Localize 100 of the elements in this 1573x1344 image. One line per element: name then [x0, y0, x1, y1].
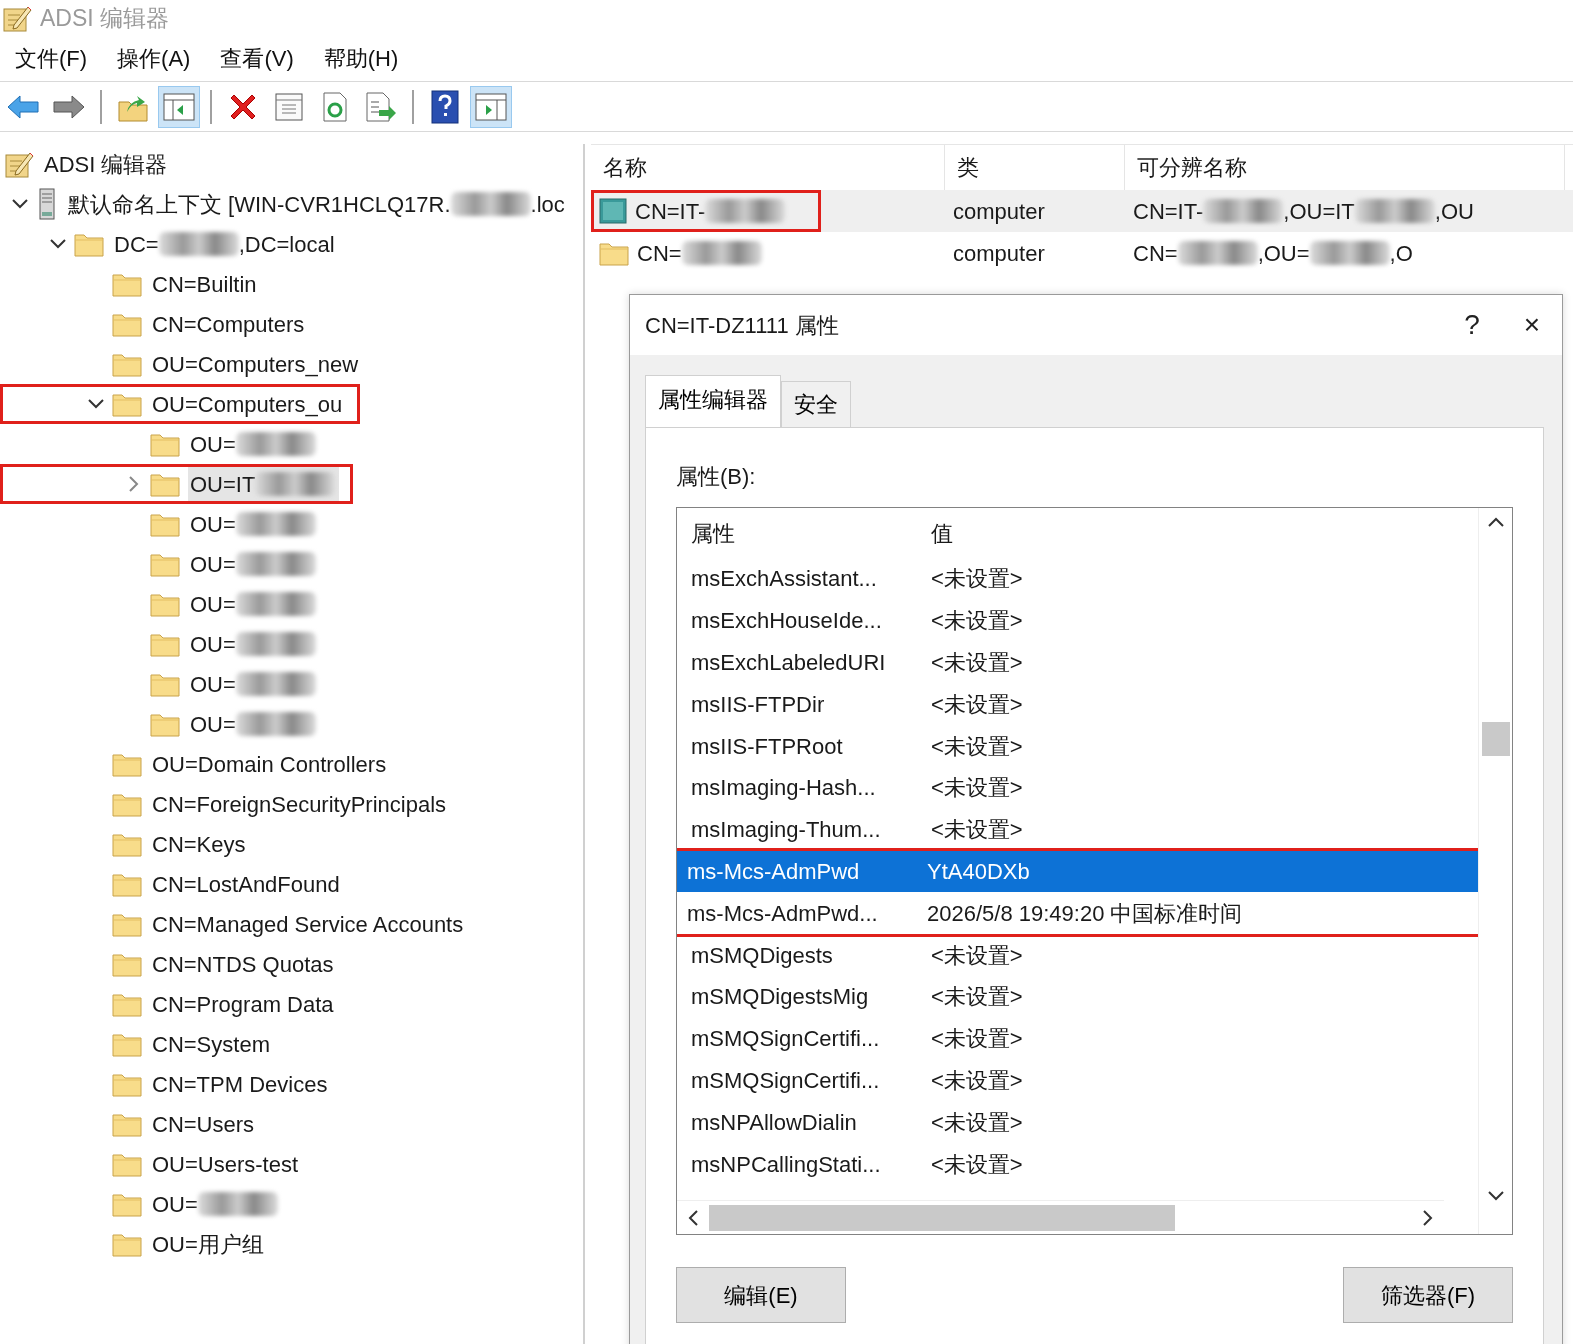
tree-label[interactable]: CN=Users	[152, 1107, 255, 1141]
attribute-value: <未设置>	[930, 607, 1023, 636]
folder-icon	[599, 240, 629, 266]
column-header[interactable]: 类	[957, 151, 979, 184]
attribute-value: <未设置>	[930, 816, 1023, 845]
tree-label[interactable]: CN=Managed Service Accounts	[152, 907, 464, 941]
folder-icon	[150, 431, 180, 457]
tree-label[interactable]: CN=LostAndFound	[152, 867, 340, 901]
help-icon	[431, 89, 459, 124]
attribute-value: <未设置>	[930, 565, 1023, 594]
attribute-name: msNPAllowDialin	[690, 1108, 858, 1137]
dialog-button[interactable]: 筛选器(F)	[1343, 1267, 1513, 1323]
selected-tree-item[interactable]: OU=IT	[188, 465, 340, 503]
folder-icon	[150, 591, 180, 617]
tree-label[interactable]: OU=用户组	[152, 1227, 264, 1261]
dn-text: ,OU=	[1257, 239, 1310, 268]
tree-label: OU=	[190, 710, 236, 739]
folder-icon	[150, 551, 180, 577]
scroll-right-icon	[1422, 1209, 1434, 1226]
column-header[interactable]: 可分辨名称	[1137, 151, 1247, 184]
folder-icon	[112, 1071, 142, 1097]
folder-icon	[150, 711, 180, 737]
tree-label[interactable]: CN=Builtin	[152, 267, 257, 301]
scrollbar-thumb[interactable]	[709, 1204, 1175, 1231]
folder-icon	[112, 751, 142, 777]
tree-label: ,DC=local	[238, 230, 335, 259]
tree-label: DC=	[114, 230, 159, 259]
tree-label: OU=	[190, 430, 236, 459]
attribute-name: ms-Mcs-AdmPwd...	[686, 899, 879, 928]
folder-icon	[112, 351, 142, 377]
menu-item[interactable]: 文件(F)	[0, 38, 103, 79]
column-header[interactable]: 属性	[677, 516, 917, 550]
forward-icon	[52, 93, 86, 120]
tree-label[interactable]: ADSI 编辑器	[44, 147, 168, 181]
folder-icon	[112, 791, 142, 817]
folder-icon	[150, 471, 180, 497]
dialog-title: CN=IT-DZ1111 属性	[645, 311, 840, 340]
column-header[interactable]: 值	[917, 516, 953, 550]
help-button[interactable]: ?	[1442, 303, 1502, 347]
tree-label: OU=IT	[190, 470, 256, 499]
attribute-value: <未设置>	[930, 983, 1023, 1012]
back-icon	[6, 93, 40, 120]
chevron-down-icon[interactable]	[50, 239, 66, 249]
dialog-button[interactable]: 编辑(E)	[676, 1267, 846, 1323]
menu-item[interactable]: 查看(V)	[205, 38, 309, 79]
tree-label[interactable]: OU=Computers_new	[152, 347, 359, 381]
tab[interactable]: 属性编辑器	[645, 375, 781, 427]
field-label: 属性(B):	[676, 463, 757, 491]
vertical-scrollbar[interactable]	[1478, 508, 1512, 1234]
close-button[interactable]: ×	[1502, 303, 1562, 347]
scroll-up-icon	[1487, 516, 1504, 528]
dn-text: ,OU	[1434, 197, 1474, 226]
tab[interactable]: 安全	[781, 381, 851, 427]
tree-label[interactable]: CN=NTDS Quotas	[152, 947, 334, 981]
folder-icon	[112, 1031, 142, 1057]
menu-item[interactable]: 帮助(H)	[308, 38, 414, 79]
tree-label: .loc	[530, 190, 565, 219]
tree-label: OU=	[190, 550, 236, 579]
folder-icon	[112, 831, 142, 857]
tree-label[interactable]: CN=Computers	[152, 307, 305, 341]
attribute-value: <未设置>	[930, 732, 1023, 761]
scrollbar-thumb[interactable]	[1481, 722, 1510, 756]
folder-icon	[112, 271, 142, 297]
selected-row[interactable]: CN=IT- computer CN=IT- ,OU=IT ,OU	[591, 190, 1573, 232]
chevron-down-icon[interactable]	[88, 399, 104, 409]
horizontal-scrollbar[interactable]	[677, 1200, 1444, 1234]
attribute-name: ms-Mcs-AdmPwd	[686, 857, 861, 886]
dn-text: CN=	[1133, 239, 1178, 268]
tree-label[interactable]: CN=System	[152, 1027, 270, 1061]
attribute-value: <未设置>	[930, 1150, 1023, 1179]
export-icon	[365, 91, 397, 122]
attribute-name: msNPCallingStati...	[690, 1150, 882, 1179]
tree-label[interactable]: CN=Program Data	[152, 987, 334, 1021]
folder-icon	[112, 1191, 142, 1217]
tree-label[interactable]: CN=TPM Devices	[152, 1067, 328, 1101]
tree-label[interactable]: OU=Users-test	[152, 1147, 299, 1181]
tree-label[interactable]: OU=Computers_ou	[152, 387, 343, 421]
chevron-right-icon[interactable]	[129, 476, 139, 492]
tree-label[interactable]: OU=Domain Controllers	[152, 747, 387, 781]
folder-icon	[74, 231, 104, 257]
selected-row[interactable]: ms-Mcs-AdmPwd YtA40DXb	[677, 850, 1478, 893]
folder-icon	[112, 1111, 142, 1137]
folder-icon	[150, 671, 180, 697]
attribute-value: <未设置>	[930, 774, 1023, 803]
panel-icon	[475, 92, 507, 121]
class-text: computer	[953, 239, 1045, 268]
folder-icon	[112, 911, 142, 937]
tree-label[interactable]: CN=ForeignSecurityPrincipals	[152, 787, 447, 821]
attribute-name: mSMQDigests	[690, 941, 834, 970]
name-text: CN=IT-	[635, 197, 706, 226]
menu-item[interactable]: 操作(A)	[102, 38, 206, 79]
chevron-down-icon[interactable]	[12, 199, 28, 209]
column-header[interactable]: 名称	[603, 151, 647, 184]
tree-label[interactable]: CN=Keys	[152, 827, 246, 861]
attribute-name: msImaging-Thum...	[690, 816, 882, 845]
attribute-name: msIIS-FTPRoot	[690, 732, 844, 761]
attribute-list[interactable]	[676, 507, 1513, 1235]
folder-icon	[112, 1151, 142, 1177]
folder-icon	[112, 1231, 142, 1257]
dn-text: ,OU=IT	[1283, 197, 1355, 226]
